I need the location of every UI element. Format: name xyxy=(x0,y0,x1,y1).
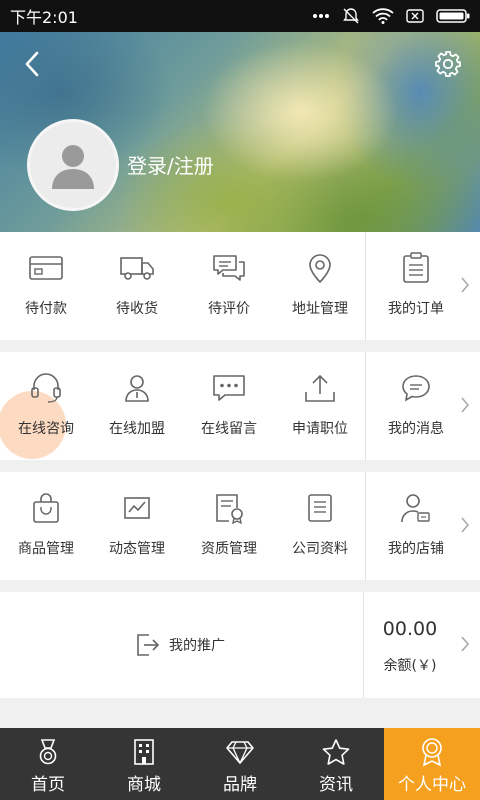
medal-icon xyxy=(39,739,57,765)
online-consult-label: 在线咨询 xyxy=(18,421,74,437)
pending-review-label: 待评价 xyxy=(208,301,250,317)
tab-profile-label: 个人中心 xyxy=(398,775,466,795)
product-management-item[interactable]: 商品管理 xyxy=(0,472,92,580)
chevron-right-icon xyxy=(461,397,470,413)
online-consult-item[interactable]: 在线咨询 xyxy=(0,352,92,460)
certificate-icon xyxy=(216,494,243,524)
person-join-icon xyxy=(125,375,149,402)
news-management-item[interactable]: 动态管理 xyxy=(91,472,183,580)
services-section-content: 在线咨询 在线加盟 在线留言 申请职位 我的消息 xyxy=(0,352,480,460)
tab-brand[interactable]: 品牌 xyxy=(192,728,288,800)
tab-brand-label: 品牌 xyxy=(223,775,257,795)
profile-header: 登录/注册 xyxy=(0,32,480,232)
product-management-label: 商品管理 xyxy=(18,541,74,557)
pending-payment-label: 待付款 xyxy=(25,301,67,317)
user-placeholder-icon xyxy=(52,145,94,189)
tab-news-label: 资讯 xyxy=(319,775,353,795)
chevron-right-icon xyxy=(461,636,470,652)
sim-off-icon xyxy=(406,9,424,23)
balance-item[interactable]: 00.00 余额(￥) xyxy=(364,592,460,698)
tab-profile[interactable]: 个人中心 xyxy=(384,728,480,800)
balance-value: 00.00 xyxy=(382,618,438,640)
upload-icon xyxy=(305,374,335,402)
star-badge-icon xyxy=(322,739,350,765)
headset-icon xyxy=(31,373,61,403)
online-message-item[interactable]: 在线留言 xyxy=(183,352,275,460)
shopping-bag-icon xyxy=(33,493,59,523)
address-management-item[interactable]: 地址管理 xyxy=(274,232,366,340)
tab-news[interactable]: 资讯 xyxy=(288,728,384,800)
shop-owner-icon xyxy=(401,494,430,523)
online-join-item[interactable]: 在线加盟 xyxy=(91,352,183,460)
tab-mall-label: 商城 xyxy=(127,775,161,795)
building-icon xyxy=(134,739,154,765)
management-section: 商品管理 动态管理 资质管理 公司资料 我的店铺 xyxy=(0,472,480,580)
news-management-label: 动态管理 xyxy=(109,541,165,557)
chat-bubbles-icon xyxy=(213,255,245,281)
gear-icon xyxy=(435,51,461,77)
company-info-label: 公司资料 xyxy=(292,541,348,557)
back-button[interactable] xyxy=(14,46,50,82)
balance-label: 余额(￥) xyxy=(383,658,437,674)
company-info-item[interactable]: 公司资料 xyxy=(274,472,366,580)
promotion-section: 我的推广 00.00 余额(￥) xyxy=(0,592,480,698)
trend-chart-icon xyxy=(124,497,150,519)
location-pin-icon xyxy=(309,254,331,284)
my-messages-label: 我的消息 xyxy=(388,421,444,437)
pending-receipt-item[interactable]: 待收货 xyxy=(91,232,183,340)
avatar[interactable] xyxy=(27,119,119,211)
orders-section: 待付款 待收货 待评价 地址管理 我的订单 xyxy=(0,232,480,340)
settings-button[interactable] xyxy=(430,46,466,82)
status-time: 下午2:01 xyxy=(10,8,78,27)
speech-bubble-icon xyxy=(402,375,430,402)
share-arrow-icon xyxy=(137,634,160,656)
address-management-label: 地址管理 xyxy=(292,301,348,317)
message-dots-icon xyxy=(213,375,245,401)
pending-payment-item[interactable]: 待付款 xyxy=(0,232,92,340)
apply-position-item[interactable]: 申请职位 xyxy=(274,352,366,460)
section-divider xyxy=(365,352,366,460)
apply-position-label: 申请职位 xyxy=(292,421,348,437)
online-join-label: 在线加盟 xyxy=(109,421,165,437)
login-register-link[interactable]: 登录/注册 xyxy=(127,150,214,179)
pending-receipt-label: 待收货 xyxy=(116,301,158,317)
section-divider xyxy=(365,232,366,340)
my-messages-item[interactable]: 我的消息 xyxy=(370,352,462,460)
my-orders-label: 我的订单 xyxy=(388,301,444,317)
mute-bell-icon xyxy=(343,8,359,24)
tab-mall[interactable]: 商城 xyxy=(96,728,192,800)
diamond-icon xyxy=(226,741,254,765)
my-shop-item[interactable]: 我的店铺 xyxy=(370,472,462,580)
chevron-right-icon xyxy=(461,517,470,533)
online-message-label: 在线留言 xyxy=(201,421,257,437)
my-shop-label: 我的店铺 xyxy=(388,541,444,557)
document-list-icon xyxy=(308,494,332,522)
battery-icon xyxy=(436,9,470,23)
my-promotion-button[interactable]: 我的推广 xyxy=(135,632,225,658)
more-dots-icon xyxy=(313,14,329,18)
tab-home-label: 首页 xyxy=(31,775,65,795)
chevron-right-icon xyxy=(461,277,470,293)
my-promotion-label: 我的推广 xyxy=(169,638,225,654)
tab-home[interactable]: 首页 xyxy=(0,728,96,800)
qualification-management-label: 资质管理 xyxy=(201,541,257,557)
truck-icon xyxy=(120,257,154,280)
my-orders-item[interactable]: 我的订单 xyxy=(370,232,462,340)
clipboard-list-icon xyxy=(403,252,429,283)
qualification-management-item[interactable]: 资质管理 xyxy=(183,472,275,580)
bottom-tab-bar: 首页 商城 品牌 资讯 个人中心 xyxy=(0,728,480,800)
status-icons xyxy=(312,7,470,25)
section-divider xyxy=(365,472,366,580)
status-bar: 下午2:01 xyxy=(0,0,480,32)
back-arrow-icon xyxy=(25,51,39,77)
wifi-icon xyxy=(372,8,394,24)
wallet-icon xyxy=(29,256,63,280)
award-badge-icon xyxy=(422,738,442,767)
pending-review-item[interactable]: 待评价 xyxy=(183,232,275,340)
